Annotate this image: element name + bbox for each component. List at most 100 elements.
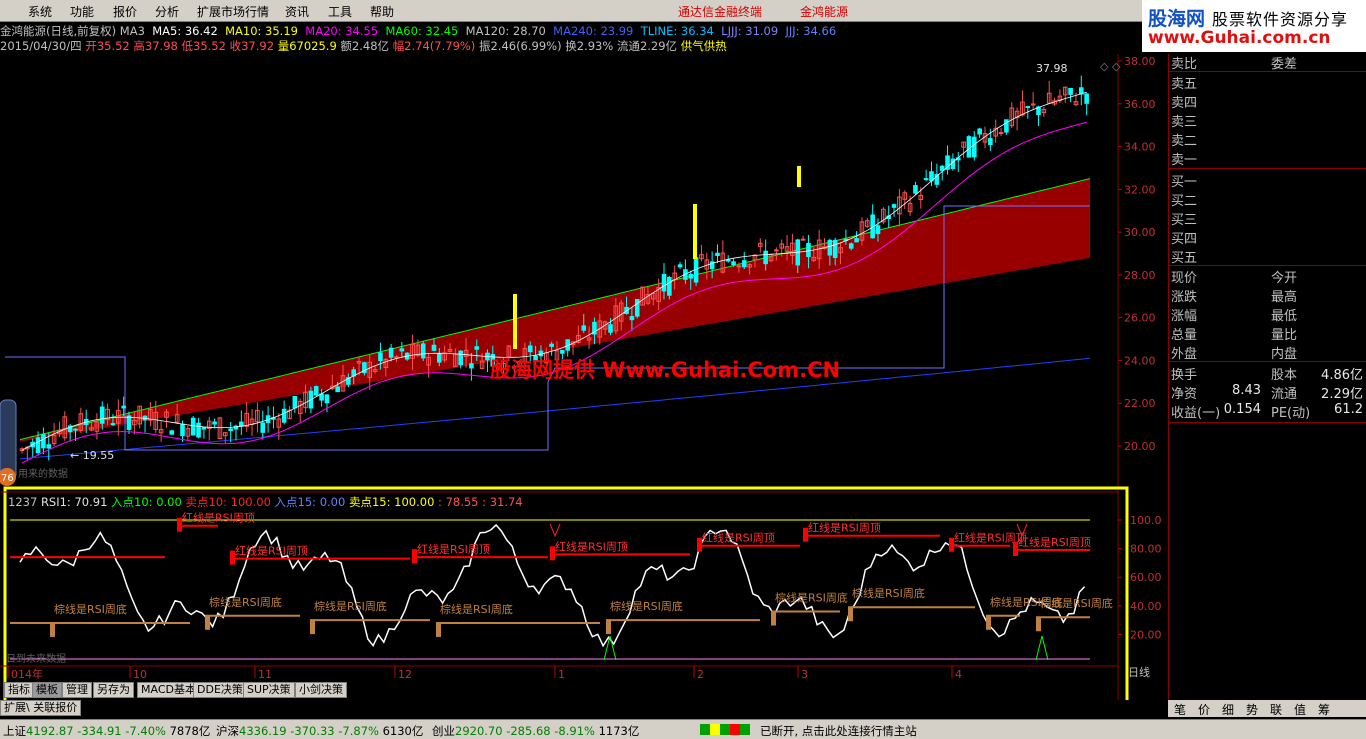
kline-chart[interactable]: 37.98 ← 19.55 股海网提供 Www.Guhai.Com.CN 76 用来的数… (0, 54, 1168, 700)
candle-body (126, 415, 132, 430)
link-terminal[interactable]: 通达信金融终端 (678, 3, 762, 20)
rsi-bottom-label: 棕线是RSI周底 (852, 586, 925, 600)
rsi-param: 1237 (8, 495, 38, 509)
rsi-bottom-marker (310, 620, 315, 635)
rsi-top-label: 红线是RSI周顶 (417, 542, 490, 556)
quote-label: 现价 (1171, 271, 1198, 286)
signal-bar (693, 204, 697, 259)
rsi-top-label: 红线是RSI周顶 (1018, 535, 1091, 549)
sz-change: -370.33 (290, 724, 335, 738)
menu-function[interactable]: 功能 (70, 3, 94, 20)
menu-ext-market[interactable]: 扩展市场行情 (197, 3, 269, 20)
candle-body (629, 316, 635, 321)
candle-body (169, 430, 175, 435)
panel-divider (1169, 361, 1366, 362)
candle-body (420, 343, 426, 359)
rsi-top-label: 红线是RSI周顶 (182, 511, 255, 525)
rsi-bottom-marker (986, 615, 991, 630)
candle-body (73, 428, 78, 431)
candle-body (46, 444, 52, 449)
candle-body (725, 259, 731, 262)
candle-body (667, 277, 672, 296)
rsi-header: 1237 RSI1: 70.91 入点10: 0.00 卖点10: 100.00… (8, 495, 523, 509)
quote-tab-0[interactable]: 笔 (1174, 701, 1186, 718)
candle-body (190, 417, 196, 436)
tab-1[interactable]: 模板 (32, 682, 62, 698)
ma120-value: MA120: 28.70 (465, 24, 546, 38)
status-bar: 上证4192.87 -334.91 -7.40% 7878亿 沪深4336.19… (0, 719, 1366, 739)
bid-row: 买四 (1171, 228, 1365, 247)
quote-label: 流通 (1271, 387, 1298, 402)
connection-status[interactable]: 已断开, 点击此处连接行情主站 (760, 723, 917, 739)
jjj-value: JJJ: 34.66 (785, 24, 837, 38)
quote-label: 内盘 (1271, 347, 1298, 362)
tline-value: TLINE: 36.34 (640, 24, 714, 38)
tab-0[interactable]: 指标 (4, 682, 34, 698)
tab-5[interactable]: DDE决策 (193, 682, 247, 698)
rsi-bottom-label: 棕线是RSI周底 (209, 595, 282, 609)
quote-value: 4.86亿 (1321, 368, 1363, 383)
bid-row: 买一 (1171, 171, 1365, 190)
sz-amount: 6130亿 (382, 724, 424, 738)
rsi-bottom-marker (848, 607, 853, 622)
candle-body (212, 421, 217, 425)
ma240-value: MA240: 23.99 (553, 24, 634, 38)
quote-value: 8.43 (1232, 383, 1261, 398)
candle-body (875, 225, 881, 235)
tab-4[interactable]: MACD基本 (137, 682, 200, 698)
menu-system[interactable]: 系统 (28, 3, 52, 20)
menu-news[interactable]: 资讯 (285, 3, 309, 20)
candle-body (394, 356, 399, 359)
bid-row: 买五 (1171, 247, 1365, 266)
link-stock[interactable]: 金鸿能源 (800, 3, 848, 20)
quote-tab-5[interactable]: 值 (1294, 701, 1306, 718)
info-low-label: 低 (181, 39, 194, 53)
rsi-bottom-marker (606, 620, 611, 635)
candle-body (913, 185, 918, 194)
menu-analysis[interactable]: 分析 (155, 3, 179, 20)
quote-tab-1[interactable]: 价 (1198, 701, 1210, 718)
rsi-bottom-label: 棕线是RSI周底 (54, 602, 127, 616)
tab-2[interactable]: 管理 (62, 682, 92, 698)
header-row: 卖比 委差 (1171, 53, 1365, 72)
menu-help[interactable]: 帮助 (370, 3, 394, 20)
rsi-top-label: 红线是RSI周顶 (555, 539, 628, 553)
info-high: 37.98 (144, 39, 178, 53)
price-axis-label: 38.00 (1124, 55, 1156, 68)
time-axis-label: 014年 (11, 667, 43, 681)
candle-body (977, 128, 982, 135)
candle-body (688, 273, 694, 279)
rsi-top-value: 78.55 (445, 495, 479, 509)
quote-tab-4[interactable]: 联 (1270, 701, 1282, 718)
quote-label: 卖五 (1171, 77, 1198, 92)
rsi-bottom-label: 棕线是RSI周底 (610, 599, 683, 613)
ext-tab[interactable]: 扩展\ 关联报价 (0, 700, 82, 716)
low-price-label: ← 19.55 (70, 449, 114, 462)
menu-tools[interactable]: 工具 (328, 3, 352, 20)
candle-body (972, 136, 977, 158)
candle-body (527, 345, 533, 353)
sh-label: 上证 (3, 724, 26, 738)
cy-pct: -8.91% (554, 724, 595, 738)
ask-row: 卖三 (1171, 111, 1365, 130)
quote-label: 今开 (1271, 271, 1298, 286)
tab-7[interactable]: 小剑决策 (295, 682, 347, 698)
tab-3[interactable]: 另存为 (93, 682, 134, 698)
quote-tab-3[interactable]: 势 (1246, 701, 1258, 718)
quote-tab-6[interactable]: 筹 (1318, 701, 1330, 718)
tab-6[interactable]: SUP决策 (243, 682, 295, 698)
sh-index: 4192.87 (26, 724, 74, 738)
candle-body (560, 349, 565, 354)
rsi-top-label: 红线是RSI周顶 (808, 521, 881, 535)
stock-name: 金鸿能源(日线,前复权) (0, 24, 117, 38)
quote-label: 总量 (1171, 328, 1198, 343)
candle-body (228, 428, 233, 432)
quote-label: 收益(一) (1171, 406, 1221, 421)
candle-body (431, 344, 437, 351)
quote-tab-2[interactable]: 细 (1222, 701, 1234, 718)
rsi-axis-label: 40.00 (1130, 600, 1162, 613)
ma-title-line: 金鸿能源(日线,前复权) MA3 MA5: 36.42 MA10: 35.19 … (0, 23, 836, 39)
menu-quote[interactable]: 报价 (113, 3, 137, 20)
candle-body (581, 325, 587, 331)
quote-label: 最高 (1271, 290, 1298, 305)
